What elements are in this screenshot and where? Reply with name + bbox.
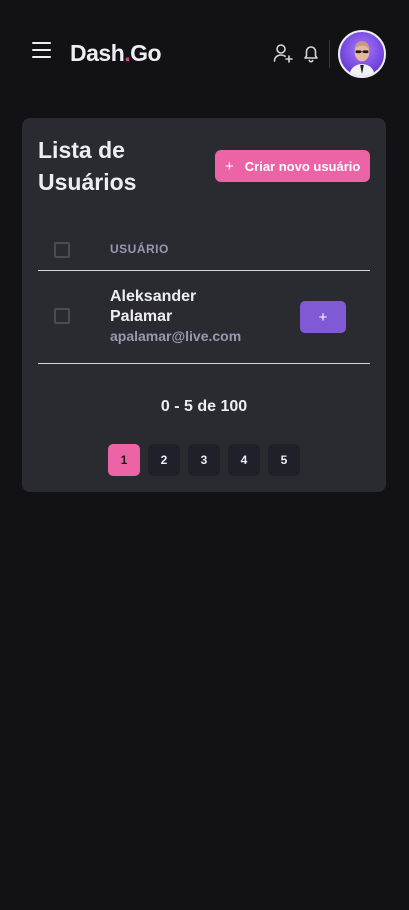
page-button-5[interactable]: 5 [268, 444, 300, 476]
bell-icon[interactable] [300, 42, 322, 64]
pagination-info: 0 - 5 de 100 [160, 398, 248, 415]
user-add-icon[interactable] [272, 42, 294, 64]
app-logo[interactable]: Dash.Go [70, 40, 162, 67]
avatar[interactable] [338, 30, 386, 78]
logo-main-text: Dash [70, 40, 125, 66]
app-header: Dash.Go [0, 0, 409, 108]
plus-icon: + [225, 157, 234, 175]
users-list-card: Lista de Usuários + Criar novo usuário U… [22, 118, 386, 492]
select-all-checkbox[interactable] [54, 242, 70, 258]
row-action-button[interactable]: + [300, 301, 346, 333]
row-checkbox[interactable] [54, 308, 70, 324]
page-button-4[interactable]: 4 [228, 444, 260, 476]
column-header-user: USUÁRIO [110, 242, 169, 256]
create-user-label: Criar novo usuário [244, 158, 361, 174]
create-user-button[interactable]: + Criar novo usuário [215, 150, 370, 182]
hamburger-menu-icon[interactable] [32, 41, 52, 59]
page-title: Lista de Usuários [38, 137, 137, 195]
logo-suffix-text: Go [130, 40, 162, 66]
user-name[interactable]: Aleksander Palamar [110, 287, 220, 327]
table-row: Aleksander Palamar apalamar@live.com + [38, 271, 370, 364]
user-email: apalamar@live.com [110, 328, 242, 344]
table-header: USUÁRIO [38, 230, 370, 271]
pagination: 1 2 3 4 5 [108, 444, 300, 476]
page-button-3[interactable]: 3 [188, 444, 220, 476]
page-button-1[interactable]: 1 [108, 444, 140, 476]
header-divider [329, 40, 330, 68]
page-button-2[interactable]: 2 [148, 444, 180, 476]
